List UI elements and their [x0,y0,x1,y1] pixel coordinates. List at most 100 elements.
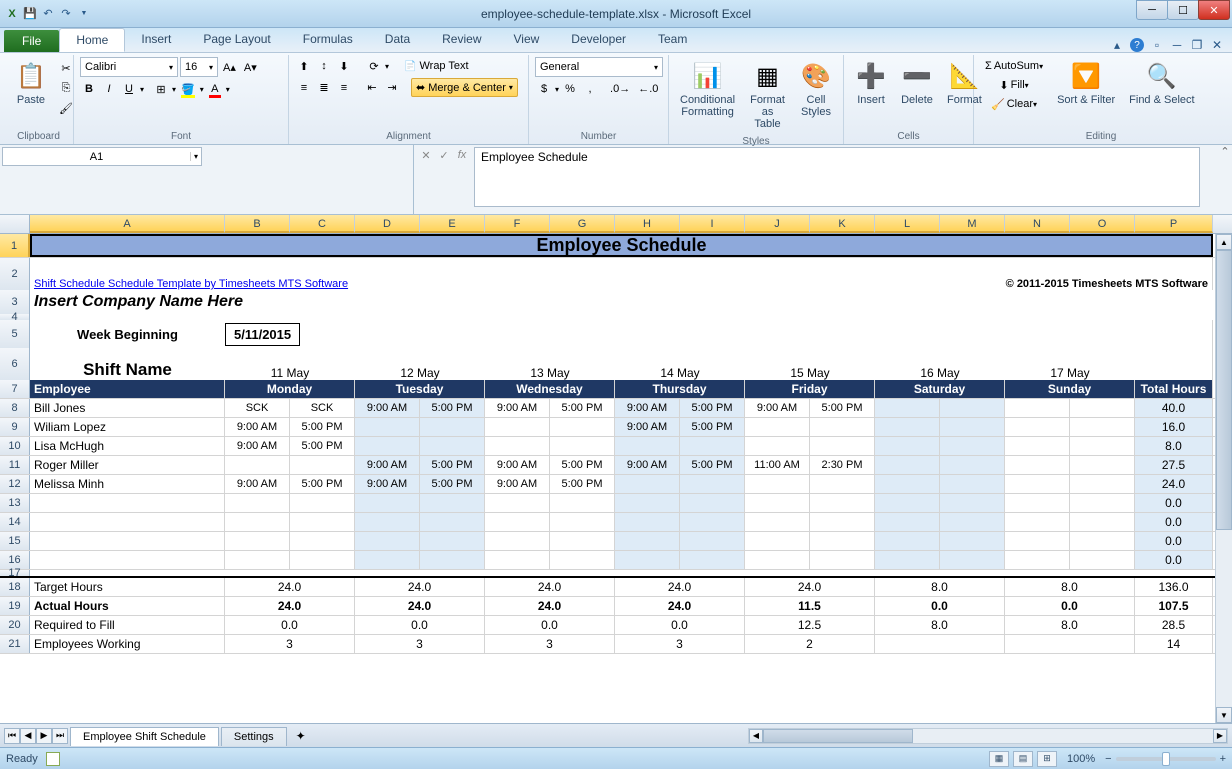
hscroll-thumb[interactable] [763,729,913,743]
time-cell[interactable] [485,418,550,436]
date-header[interactable]: 12 May [355,348,485,380]
summary-value[interactable]: 0.0 [225,616,355,634]
row-header[interactable]: 9 [0,418,30,436]
time-cell[interactable] [420,513,485,531]
summary-label[interactable]: Required to Fill [30,616,225,634]
time-cell[interactable] [875,437,940,455]
time-cell[interactable]: 5:00 PM [550,399,615,417]
column-header[interactable]: I [680,215,745,233]
total-cell[interactable]: 0.0 [1135,551,1213,569]
redo-icon[interactable]: ↷ [58,6,74,22]
column-header[interactable]: A [30,215,225,233]
summary-value[interactable]: 24.0 [745,578,875,596]
merge-center-button[interactable]: ⬌ Merge & Center ▾ [411,78,518,97]
accept-formula-icon[interactable]: ✓ [436,147,452,163]
time-cell[interactable]: 9:00 AM [225,418,290,436]
time-cell[interactable]: 5:00 PM [550,456,615,474]
title-cell[interactable]: Employee Schedule [30,234,1213,257]
total-cell[interactable]: 0.0 [1135,494,1213,512]
date-header[interactable]: 14 May [615,348,745,380]
time-cell[interactable]: 5:00 PM [680,399,745,417]
time-cell[interactable] [1005,494,1070,512]
close-button[interactable]: ✕ [1198,0,1230,20]
time-cell[interactable] [810,532,875,550]
format-as-table-button[interactable]: ▦Format as Table [744,57,791,133]
row-header[interactable]: 18 [0,578,30,596]
summary-value[interactable]: 8.0 [1005,616,1135,634]
underline-button[interactable]: U [120,80,138,98]
day-header[interactable]: Sunday [1005,380,1135,398]
time-cell[interactable] [550,437,615,455]
time-cell[interactable]: 9:00 AM [355,475,420,493]
time-cell[interactable] [680,437,745,455]
time-cell[interactable]: 9:00 AM [355,456,420,474]
time-cell[interactable] [745,513,810,531]
summary-value[interactable]: 24.0 [485,597,615,615]
italic-button[interactable]: I [100,80,118,98]
cell[interactable] [1135,348,1213,380]
time-cell[interactable] [1070,418,1135,436]
date-header[interactable]: 16 May [875,348,1005,380]
link-cell[interactable]: Shift Schedule Schedule Template by Time… [30,258,680,290]
wrap-text-button[interactable]: 📄Wrap Text [399,57,474,75]
time-cell[interactable]: 9:00 AM [485,475,550,493]
time-cell[interactable]: 9:00 AM [485,399,550,417]
total-cell[interactable]: 24.0 [1135,475,1213,493]
time-cell[interactable] [810,475,875,493]
time-cell[interactable] [875,418,940,436]
time-cell[interactable] [680,532,745,550]
ribbon-tab-view[interactable]: View [498,28,556,52]
ribbon-tab-review[interactable]: Review [426,28,497,52]
date-header[interactable]: 11 May [225,348,355,380]
time-cell[interactable] [1070,551,1135,569]
time-cell[interactable] [745,532,810,550]
total-cell[interactable]: 40.0 [1135,399,1213,417]
time-cell[interactable] [940,513,1005,531]
employee-name[interactable] [30,551,225,569]
time-cell[interactable] [940,532,1005,550]
time-cell[interactable] [810,551,875,569]
time-cell[interactable] [290,551,355,569]
time-cell[interactable] [875,475,940,493]
row-header[interactable]: 7 [0,380,30,398]
time-cell[interactable]: 5:00 PM [680,456,745,474]
time-cell[interactable] [810,513,875,531]
time-cell[interactable]: 9:00 AM [615,399,680,417]
total-cell[interactable]: 8.0 [1135,437,1213,455]
day-header[interactable]: Wednesday [485,380,615,398]
summary-value[interactable]: 11.5 [745,597,875,615]
cell[interactable] [30,570,1213,576]
fx-icon[interactable]: fx [454,147,470,163]
time-cell[interactable] [940,551,1005,569]
time-cell[interactable]: 5:00 PM [680,418,745,436]
fill-button[interactable]: ⬇ Fill ▾ [980,76,1048,94]
employee-name[interactable] [30,532,225,550]
row-header[interactable]: 1 [0,234,30,257]
day-header[interactable]: Friday [745,380,875,398]
tab-first-icon[interactable]: ⏮ [4,728,20,744]
orientation-icon[interactable]: ⟳ [365,57,383,75]
employee-name[interactable] [30,494,225,512]
company-cell[interactable]: Insert Company Name Here [30,290,1213,314]
time-cell[interactable] [1070,475,1135,493]
time-cell[interactable] [940,418,1005,436]
day-header[interactable]: Saturday [875,380,1005,398]
time-cell[interactable]: 9:00 AM [615,418,680,436]
time-cell[interactable]: SCK [290,399,355,417]
total-cell[interactable]: 0.0 [1135,513,1213,531]
summary-value[interactable]: 0.0 [615,616,745,634]
time-cell[interactable] [745,494,810,512]
cell[interactable] [305,320,1213,348]
column-header[interactable]: O [1070,215,1135,233]
summary-value[interactable]: 0.0 [1005,597,1135,615]
expand-formula-icon[interactable]: ⌃ [1218,145,1232,162]
day-header[interactable]: Thursday [615,380,745,398]
cut-icon[interactable]: ✂ [56,59,76,77]
column-header[interactable]: N [1005,215,1070,233]
time-cell[interactable] [1005,456,1070,474]
align-right-icon[interactable]: ≡ [335,79,353,97]
time-cell[interactable] [485,513,550,531]
ribbon-tab-developer[interactable]: Developer [555,28,642,52]
tab-next-icon[interactable]: ▶ [36,728,52,744]
time-cell[interactable] [355,513,420,531]
